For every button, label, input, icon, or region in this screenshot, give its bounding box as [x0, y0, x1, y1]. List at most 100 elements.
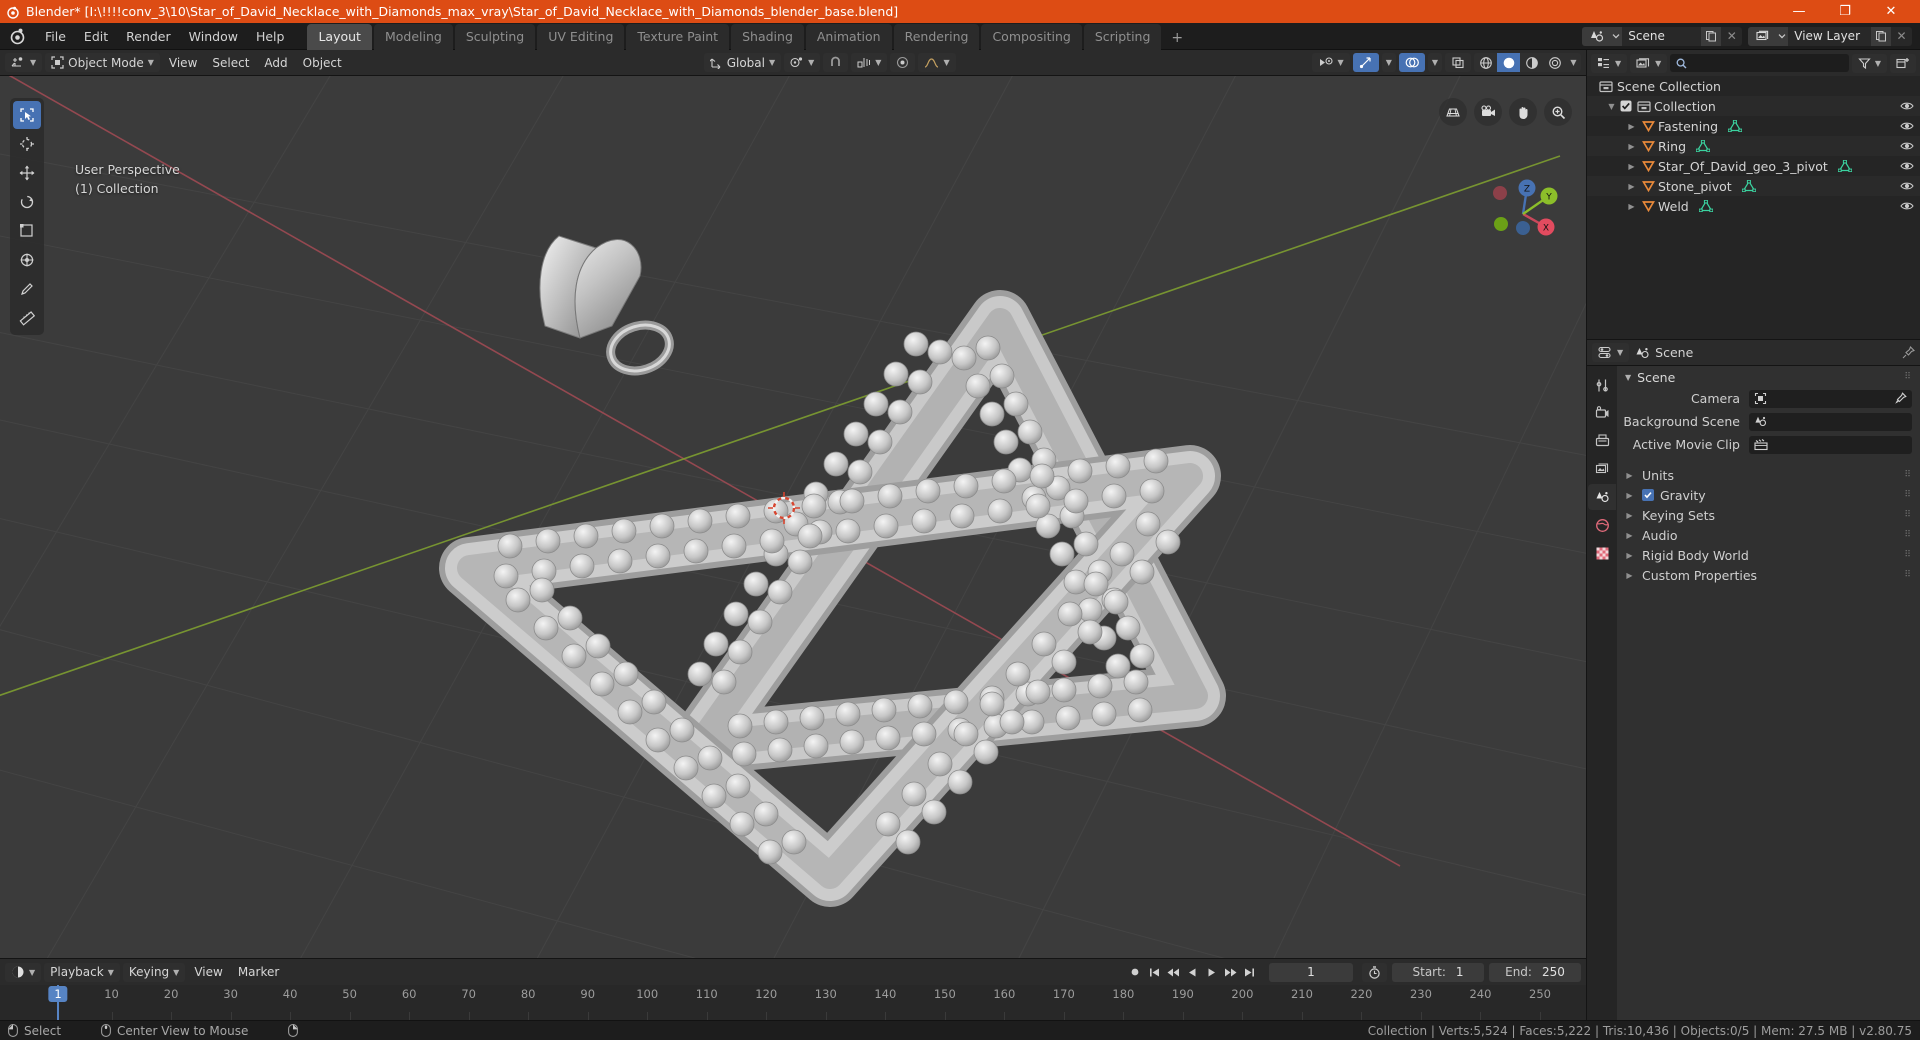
remove-scene-button[interactable]: ✕: [1721, 27, 1742, 46]
scene-selector[interactable]: Scene ✕: [1582, 26, 1743, 46]
tool-annotate[interactable]: [13, 275, 41, 303]
snap-magnet-toggle[interactable]: [823, 53, 849, 72]
remove-view-layer-button[interactable]: ✕: [1891, 27, 1912, 46]
jump-to-end-button[interactable]: [1240, 963, 1258, 982]
outliner-filter-button[interactable]: ▼: [1851, 53, 1887, 73]
play-button[interactable]: [1202, 963, 1220, 982]
background-scene-field[interactable]: [1749, 412, 1912, 431]
star-pivot-disclosure-icon[interactable]: ▶: [1625, 162, 1638, 171]
auto-keying-toggle[interactable]: [1126, 963, 1144, 982]
gizmo-options-chevron[interactable]: ▼: [1381, 53, 1396, 72]
weld-disclosure-icon[interactable]: ▶: [1625, 202, 1638, 211]
properties-section-rigid-body-world[interactable]: ▶ Rigid Body World ⠿: [1617, 545, 1920, 565]
show-gizmo-toggle[interactable]: [1352, 53, 1379, 72]
maximize-button[interactable]: ❐: [1822, 0, 1868, 23]
viewport-canvas[interactable]: [0, 76, 1586, 958]
previous-keyframe-button[interactable]: [1164, 963, 1182, 982]
timeline-ruler[interactable]: 10 20 30 40 50 60 70 80 90 100 110 120 130 140 150 160 1…: [0, 985, 1586, 1020]
stone-pivot-visibility-eye-icon[interactable]: [1900, 180, 1914, 192]
properties-tab-view-layer[interactable]: [1588, 456, 1616, 482]
shading-material-preview-button[interactable]: [1520, 53, 1543, 72]
view-axis-gizmo[interactable]: Z Y X: [1480, 171, 1566, 257]
snap-target-selector[interactable]: ▼: [851, 53, 888, 72]
ring-visibility-eye-icon[interactable]: [1900, 140, 1914, 152]
show-overlays-toggle[interactable]: [1398, 53, 1425, 72]
properties-section-keying-sets[interactable]: ▶ Keying Sets ⠿: [1617, 505, 1920, 525]
tool-transform[interactable]: [13, 246, 41, 274]
viewport-3d[interactable]: User Perspective (1) Collection Z Y X: [0, 76, 1586, 958]
blender-logo-icon[interactable]: [8, 26, 28, 46]
properties-tab-render[interactable]: [1588, 400, 1616, 426]
outliner-editor-type-selector[interactable]: ▼: [1591, 53, 1628, 73]
jump-to-start-button[interactable]: [1145, 963, 1163, 982]
next-keyframe-button[interactable]: [1221, 963, 1239, 982]
outliner-row-fastening[interactable]: ▶ Fastening: [1587, 116, 1920, 136]
tool-cursor[interactable]: [13, 130, 41, 158]
new-view-layer-button[interactable]: [1870, 26, 1891, 46]
overlay-options-chevron[interactable]: ▼: [1427, 53, 1442, 72]
audio-disclosure-icon[interactable]: ▶: [1623, 531, 1636, 540]
menu-window[interactable]: Window: [180, 26, 247, 47]
star-pivot-visibility-eye-icon[interactable]: [1900, 160, 1914, 172]
rigid-body-world-disclosure-icon[interactable]: ▶: [1623, 551, 1636, 560]
toggle-perspective-ortho-icon[interactable]: [1439, 98, 1467, 126]
collection-checkbox[interactable]: [1618, 100, 1634, 112]
active-movie-clip-field[interactable]: [1749, 435, 1912, 454]
minimize-button[interactable]: —: [1776, 0, 1822, 23]
visibility-selector[interactable]: ▼: [1311, 53, 1350, 72]
shading-rendered-button[interactable]: [1543, 53, 1566, 72]
outliner-row-stone-pivot[interactable]: ▶ Stone_pivot: [1587, 176, 1920, 196]
viewport-menu-select[interactable]: Select: [206, 53, 255, 72]
workspace-tab-uv-editing[interactable]: UV Editing: [537, 23, 625, 50]
xray-toggle[interactable]: [1445, 53, 1471, 72]
outliner-row-weld[interactable]: ▶ Weld: [1587, 196, 1920, 216]
mesh-data-icon[interactable]: [1728, 120, 1743, 132]
properties-tab-world[interactable]: [1588, 512, 1616, 538]
workspace-tab-modeling[interactable]: Modeling: [373, 23, 453, 50]
mesh-data-icon[interactable]: [1698, 200, 1713, 212]
timeline-menu-view[interactable]: View: [188, 963, 228, 982]
outliner-search-input[interactable]: [1670, 54, 1849, 72]
viewport-menu-add[interactable]: Add: [258, 53, 293, 72]
workspace-tab-animation[interactable]: Animation: [805, 23, 892, 50]
editor-type-selector[interactable]: ▼: [5, 53, 43, 72]
viewport-menu-object[interactable]: Object: [297, 53, 348, 72]
menu-help[interactable]: Help: [247, 26, 294, 47]
ring-disclosure-icon[interactable]: ▶: [1625, 142, 1638, 151]
view-layer-dropdown-chevron-icon[interactable]: [1776, 26, 1789, 46]
new-scene-button[interactable]: [1700, 26, 1722, 46]
collection-visibility-eye-icon[interactable]: [1900, 100, 1914, 112]
custom-properties-disclosure-icon[interactable]: ▶: [1623, 571, 1636, 580]
properties-tab-texture[interactable]: [1588, 540, 1616, 566]
outliner-tree[interactable]: Scene Collection ▼ Collection ▶ Fastenin…: [1587, 76, 1920, 339]
proportional-edit-toggle[interactable]: [890, 53, 916, 72]
timeline-playhead-label[interactable]: 1: [48, 986, 68, 1002]
scene-icon[interactable]: [1582, 26, 1611, 46]
gravity-disclosure-icon[interactable]: ▶: [1623, 491, 1636, 500]
workspace-tab-layout[interactable]: Layout: [307, 23, 372, 50]
mesh-data-icon[interactable]: [1837, 160, 1852, 172]
zoom-view-icon[interactable]: [1544, 98, 1572, 126]
play-reverse-button[interactable]: [1183, 963, 1201, 982]
timeline-editor-type-selector[interactable]: ▼: [5, 962, 42, 982]
mesh-data-icon[interactable]: [1741, 180, 1756, 192]
close-button[interactable]: ✕: [1868, 0, 1914, 23]
weld-visibility-eye-icon[interactable]: [1900, 200, 1914, 212]
properties-tab-scene[interactable]: [1588, 484, 1616, 510]
tool-scale[interactable]: [13, 217, 41, 245]
scene-panel-header[interactable]: ▼ Scene ⠿: [1617, 366, 1920, 388]
outliner-new-collection-button[interactable]: [1890, 53, 1916, 73]
object-mode-selector[interactable]: Object Mode ▼: [45, 53, 160, 72]
view-layer-name[interactable]: View Layer: [1788, 27, 1870, 46]
pan-view-hand-icon[interactable]: [1509, 98, 1537, 126]
shading-solid-button[interactable]: [1497, 53, 1520, 72]
timeline-menu-marker[interactable]: Marker: [232, 963, 285, 982]
end-frame-field[interactable]: End: 250: [1489, 962, 1581, 982]
properties-section-gravity[interactable]: ▶ Gravity ⠿: [1617, 485, 1920, 505]
timeline-menu-keying[interactable]: Keying ▼: [122, 962, 186, 982]
properties-editor-type-selector[interactable]: ▼: [1592, 343, 1630, 362]
properties-tab-tool[interactable]: [1588, 372, 1616, 398]
properties-section-custom-properties[interactable]: ▶ Custom Properties ⠿: [1617, 565, 1920, 585]
scene-panel-disclosure-icon[interactable]: ▼: [1625, 373, 1631, 382]
properties-section-audio[interactable]: ▶ Audio ⠿: [1617, 525, 1920, 545]
